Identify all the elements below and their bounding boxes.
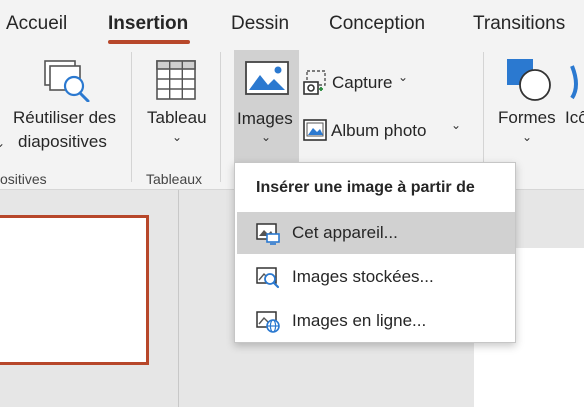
tab-insertion[interactable]: Insertion (108, 13, 188, 35)
chevron-down-icon: ⌄ (0, 136, 6, 150)
menu-item-this-device[interactable]: Cet appareil... (237, 212, 515, 254)
menu-item-label: Images en ligne... (292, 311, 427, 330)
slide-thumbnail[interactable] (0, 215, 149, 365)
menu-item-label: Cet appareil... (292, 223, 398, 242)
icons-icon (570, 65, 578, 100)
active-tab-indicator (108, 40, 190, 44)
table-button[interactable]: Tableau ⌄ (140, 50, 214, 162)
screenshot-label: Capture (332, 73, 393, 92)
screenshot-icon (303, 70, 326, 95)
screenshot-button[interactable]: Capture ⌄ (302, 68, 412, 98)
reuse-slides-button[interactable]: Réutiliser des diapositives (0, 50, 130, 162)
photo-album-icon (303, 119, 327, 141)
menu-item-online-pictures[interactable]: Images en ligne... (237, 300, 515, 342)
picture-icon (245, 61, 289, 95)
menu-item-stock-images[interactable]: Images stockées... (237, 256, 515, 298)
stock-images-icon (256, 267, 280, 289)
icons-label: Icô (565, 108, 584, 127)
dropdown-header: Insérer une image à partir de (256, 179, 475, 196)
reuse-slides-label-line1: Réutiliser des (13, 108, 116, 127)
images-label: Images (237, 109, 293, 128)
shapes-label: Formes (498, 108, 556, 127)
tables-group-label: Tableaux (146, 171, 203, 187)
table-icon (156, 60, 196, 100)
device-picture-icon (256, 223, 280, 245)
icons-button[interactable]: Icô (564, 50, 584, 162)
photo-album-label: Album photo (331, 121, 427, 140)
reuse-slides-label-line2: diapositives (18, 132, 107, 151)
menu-item-label: Images stockées... (292, 267, 434, 286)
chevron-down-icon: ⌄ (261, 130, 272, 144)
ribbon-separator (131, 52, 132, 182)
chevron-down-icon: ⌄ (172, 130, 183, 144)
table-label: Tableau (147, 108, 207, 127)
photo-album-button[interactable]: Album photo ⌄ (302, 116, 467, 146)
reuse-slides-icon (44, 60, 90, 102)
tab-accueil[interactable]: Accueil (6, 13, 67, 35)
ribbon-tab-bar: Accueil Insertion Dessin Conception Tran… (0, 0, 584, 50)
chevron-down-icon: ⌄ (451, 118, 462, 132)
chevron-down-icon: ⌄ (398, 70, 409, 84)
images-button[interactable]: Images ⌄ (234, 50, 299, 162)
chevron-down-icon: ⌄ (522, 130, 533, 144)
insert-image-dropdown: Insérer une image à partir de Cet appare… (234, 162, 516, 343)
tab-dessin[interactable]: Dessin (231, 13, 289, 35)
online-pictures-icon (256, 311, 280, 333)
pane-divider[interactable] (178, 190, 179, 407)
shapes-icon (507, 59, 551, 101)
reuse-group-label: ositives (0, 171, 47, 187)
tab-conception[interactable]: Conception (329, 13, 425, 35)
ribbon-separator (220, 52, 221, 182)
tab-transitions[interactable]: Transitions (473, 13, 565, 35)
shapes-button[interactable]: Formes ⌄ (492, 50, 564, 162)
